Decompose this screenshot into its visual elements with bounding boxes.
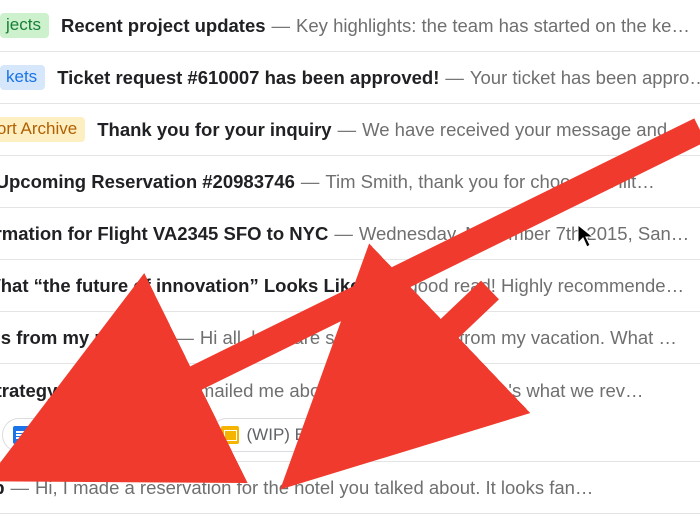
attachment-chip[interactable]: Enterprise UX Sp... xyxy=(2,418,200,452)
separator: — xyxy=(295,171,326,193)
email-row[interactable]: : What “the future of innovation” Looks … xyxy=(0,260,700,312)
email-subject: Thank you for your inquiry xyxy=(97,119,331,141)
email-snippet: Wednesday, November 7th 2015, San… xyxy=(359,223,689,245)
separator: — xyxy=(361,275,392,297)
email-row[interactable]: siness trip — Hi, I made a reservation f… xyxy=(0,462,700,514)
separator: — xyxy=(332,119,363,141)
email-subject: Recent project updates xyxy=(61,15,266,37)
email-snippet: He emailed me about his latest work. Her… xyxy=(160,380,644,402)
email-row[interactable]: ur Upcoming Reservation #20983746 — Tim … xyxy=(0,156,700,208)
email-row[interactable]: kets Ticket request #610007 has been app… xyxy=(0,52,700,104)
category-label[interactable]: pport Archive xyxy=(0,117,85,142)
email-snippet: Key highlights: the team has started on … xyxy=(296,15,690,37)
email-snippet: A good read! Highly recommende… xyxy=(391,275,684,297)
separator: — xyxy=(328,223,359,245)
attachment-name: (WIP) Enterprise… xyxy=(247,425,390,445)
attachment-name: Enterprise UX Sp... xyxy=(39,425,185,445)
email-row[interactable]: nfirmation for Flight VA2345 SFO to NYC … xyxy=(0,208,700,260)
email-snippet: Hi, I made a reservation for the hotel y… xyxy=(35,477,593,499)
category-label[interactable]: jects xyxy=(0,13,49,38)
separator: — xyxy=(129,380,160,402)
email-row[interactable]: t Strategy classes — He emailed me about… xyxy=(0,364,700,462)
email-subject: Ticket request #610007 has been approved… xyxy=(57,67,439,89)
email-row[interactable]: otos from my road trip — Hi all, here ar… xyxy=(0,312,700,364)
slides-icon xyxy=(221,426,239,444)
attachment-chip[interactable]: (WIP) Enterprise… xyxy=(210,418,405,452)
email-snippet: Hi all, here are some highlights from my… xyxy=(200,327,677,349)
email-row[interactable]: pport Archive Thank you for your inquiry… xyxy=(0,104,700,156)
email-snippet: Your ticket has been appro… xyxy=(470,67,700,89)
separator: — xyxy=(439,67,470,89)
email-subject: nfirmation for Flight VA2345 SFO to NYC xyxy=(0,223,328,245)
email-subject: : What “the future of innovation” Looks … xyxy=(0,275,361,297)
email-subject: t Strategy classes xyxy=(0,380,129,402)
separator: — xyxy=(169,327,200,349)
email-rows: jects Recent project updates — Key highl… xyxy=(0,0,700,514)
email-list-viewport: jects Recent project updates — Key highl… xyxy=(0,0,700,525)
email-row[interactable]: jects Recent project updates — Key highl… xyxy=(0,0,700,52)
docs-icon xyxy=(13,426,31,444)
email-subject: otos from my road trip xyxy=(0,327,169,349)
separator: — xyxy=(5,477,36,499)
email-snippet: Tim Smith, thank you for choosing Hilt… xyxy=(325,171,654,193)
attachment-chips: Enterprise UX Sp... (WIP) Enterprise… xyxy=(0,418,690,452)
category-label[interactable]: kets xyxy=(0,65,45,90)
separator: — xyxy=(266,15,297,37)
email-snippet: We have received your message and … xyxy=(362,119,691,141)
email-subject: ur Upcoming Reservation #20983746 xyxy=(0,171,295,193)
